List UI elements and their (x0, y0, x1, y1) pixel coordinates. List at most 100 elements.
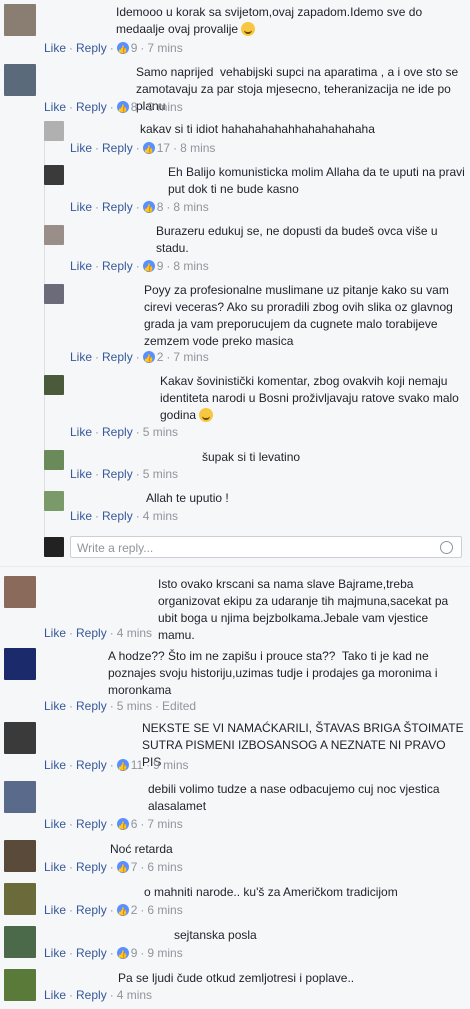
comment-actions: Like · Reply · 5 mins · Edited (44, 699, 197, 713)
comment-text: sejtanska posla (174, 928, 257, 942)
avatar[interactable] (4, 722, 36, 754)
like-count[interactable]: 11 (131, 758, 143, 772)
timestamp[interactable]: 8 mins (180, 141, 215, 155)
avatar[interactable] (4, 648, 36, 680)
comment-text: šupak si ti levatino (202, 450, 301, 464)
avatar[interactable] (4, 883, 36, 915)
timestamp[interactable]: 9 mins (147, 946, 182, 960)
like-link[interactable]: Like (70, 259, 92, 273)
smile-emoji-icon (199, 408, 214, 422)
avatar[interactable] (44, 491, 64, 511)
comment-actions: Like · Reply · 5 mins (70, 425, 179, 439)
reply-link[interactable]: Reply (76, 946, 107, 960)
avatar[interactable] (4, 926, 36, 958)
avatar[interactable] (4, 64, 36, 96)
edited-label[interactable]: Edited (162, 699, 196, 713)
timestamp[interactable]: 4 mins (117, 626, 152, 640)
avatar[interactable] (44, 121, 64, 141)
avatar[interactable] (44, 450, 64, 470)
comment-actions: Like·Reply·6·7 mins (44, 816, 183, 834)
avatar[interactable] (4, 576, 36, 608)
comment-actions: Like · Reply · 4 mins (70, 509, 179, 523)
comment-actions: Like·Reply·17·8 mins (70, 140, 215, 158)
comment-text: Eh Balijo komunisticka molim Allaha da t… (168, 165, 469, 196)
comment-text: Idemooo u korak sa svijetom,ovaj zapadom… (116, 5, 426, 36)
emoji-picker-icon[interactable] (440, 541, 453, 554)
comment-text: Noć retarda (110, 842, 173, 856)
like-link[interactable]: Like (70, 425, 92, 439)
like-link[interactable]: Like (70, 141, 92, 155)
timestamp[interactable]: 5 mins (117, 699, 152, 713)
reply-link[interactable]: Reply (102, 509, 133, 523)
reply-link[interactable]: Reply (76, 817, 107, 831)
like-link[interactable]: Like (44, 758, 66, 772)
like-count-icon (142, 350, 155, 367)
avatar[interactable] (4, 781, 36, 813)
reply-link[interactable]: Reply (76, 41, 107, 55)
like-count-icon (116, 903, 129, 920)
timestamp[interactable]: 6 mins (147, 903, 182, 917)
timestamp[interactable]: 7 mins (147, 817, 182, 831)
reply-link[interactable]: Reply (102, 200, 133, 214)
reply-link[interactable]: Reply (76, 860, 107, 874)
like-count-icon (116, 946, 129, 963)
avatar[interactable] (44, 375, 64, 395)
timestamp[interactable]: 9 mins (147, 100, 182, 114)
like-link[interactable]: Like (44, 860, 66, 874)
reply-link[interactable]: Reply (76, 100, 107, 114)
timestamp[interactable]: 7 mins (173, 350, 208, 364)
like-link[interactable]: Like (44, 41, 66, 55)
comment-actions: Like·Reply·2·7 mins (70, 349, 209, 367)
comment-actions: Like·Reply·9·9 mins (44, 945, 183, 963)
like-link[interactable]: Like (44, 817, 66, 831)
like-link[interactable]: Like (70, 350, 92, 364)
timestamp[interactable]: 8 mins (173, 200, 208, 214)
avatar[interactable] (4, 4, 36, 36)
reply-link[interactable]: Reply (102, 425, 133, 439)
comment-actions: Like·Reply·11·9 mins (44, 757, 189, 775)
timestamp[interactable]: 9 mins (153, 758, 188, 772)
reply-link[interactable]: Reply (102, 350, 133, 364)
timestamp[interactable]: 4 mins (117, 988, 152, 1002)
reply-input[interactable]: Write a reply... (70, 536, 462, 558)
comment-actions: Like·Reply·9·7 mins (44, 40, 183, 58)
like-link[interactable]: Like (44, 626, 66, 640)
like-count[interactable]: 17 (157, 141, 170, 155)
like-link[interactable]: Like (44, 988, 66, 1002)
like-link[interactable]: Like (44, 699, 66, 713)
comment-text: kakav si ti idiot hahahahahahhahahahahah… (140, 122, 375, 136)
timestamp[interactable]: 6 mins (147, 860, 182, 874)
comment-actions: Like · Reply · 4 mins (44, 988, 153, 1002)
reply-link[interactable]: Reply (76, 758, 107, 772)
comment-actions: Like·Reply·7·6 mins (44, 859, 183, 877)
like-count-icon (142, 200, 155, 217)
avatar[interactable] (44, 284, 64, 304)
timestamp[interactable]: 8 mins (173, 259, 208, 273)
like-link[interactable]: Like (70, 200, 92, 214)
reply-link[interactable]: Reply (76, 699, 107, 713)
avatar[interactable] (4, 840, 36, 872)
like-link[interactable]: Like (70, 467, 92, 481)
comment-text: o mahniti narode.. ku'š za Američkom tra… (144, 885, 398, 899)
reply-link[interactable]: Reply (76, 626, 107, 640)
timestamp[interactable]: 5 mins (143, 467, 178, 481)
avatar[interactable] (44, 225, 64, 245)
like-link[interactable]: Like (44, 100, 66, 114)
timestamp[interactable]: 5 mins (143, 425, 178, 439)
like-link[interactable]: Like (44, 946, 66, 960)
reply-link[interactable]: Reply (76, 988, 107, 1002)
smile-emoji-icon (241, 22, 256, 36)
avatar[interactable] (4, 969, 36, 1001)
reply-link[interactable]: Reply (102, 259, 133, 273)
reply-link[interactable]: Reply (76, 903, 107, 917)
timestamp[interactable]: 7 mins (147, 41, 182, 55)
like-link[interactable]: Like (44, 903, 66, 917)
reply-thread-line (44, 138, 45, 550)
reply-link[interactable]: Reply (102, 467, 133, 481)
timestamp[interactable]: 4 mins (143, 509, 178, 523)
like-link[interactable]: Like (70, 509, 92, 523)
current-user-avatar (44, 537, 64, 557)
avatar[interactable] (44, 165, 64, 185)
reply-link[interactable]: Reply (102, 141, 133, 155)
comment-actions: Like·Reply·2·6 mins (44, 902, 183, 920)
